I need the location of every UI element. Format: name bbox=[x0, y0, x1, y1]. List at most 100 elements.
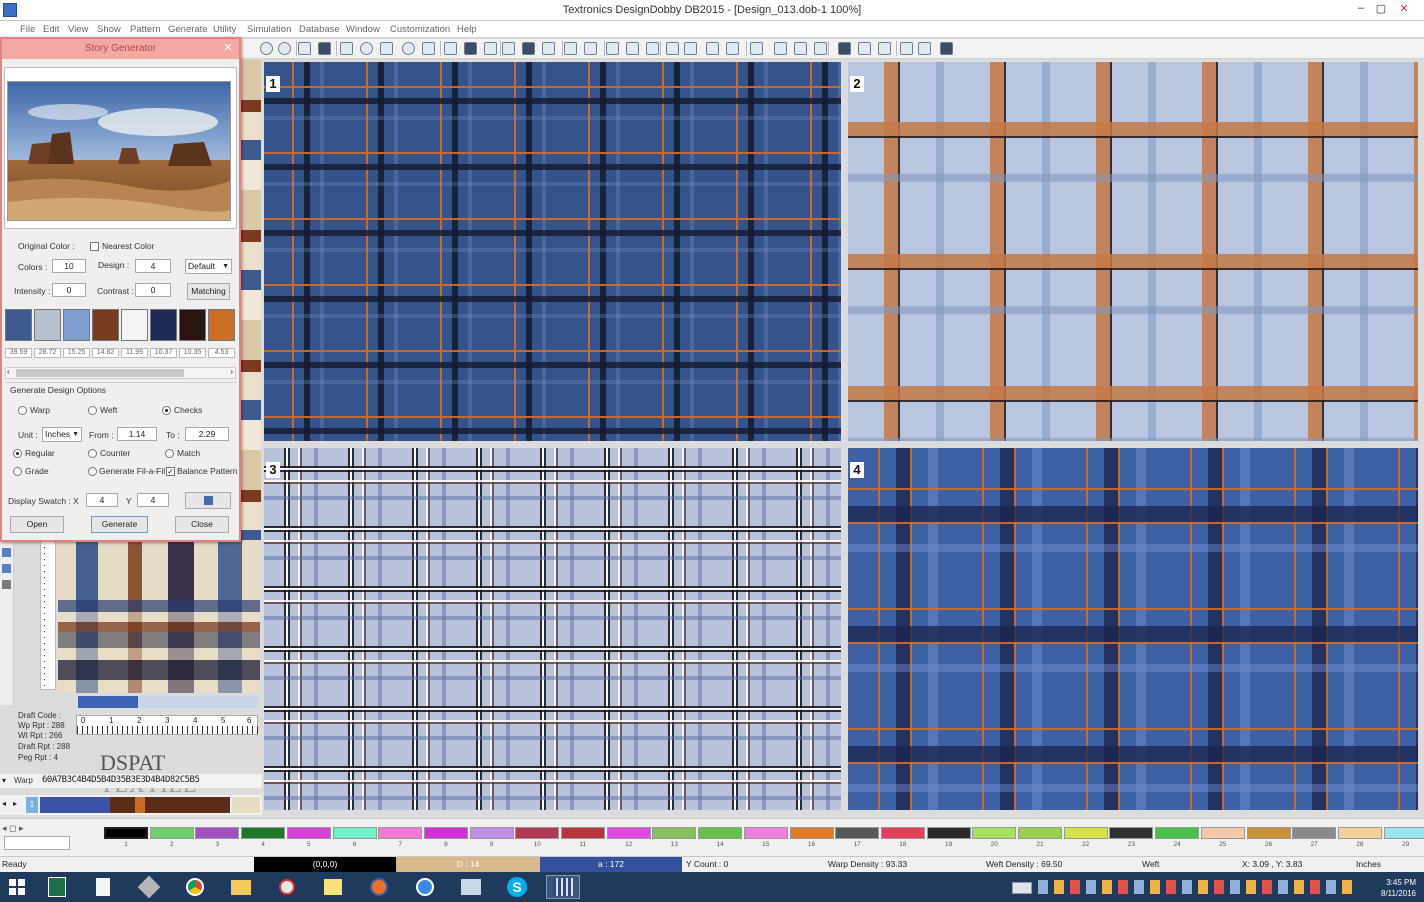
menu-edit[interactable]: Edit bbox=[43, 24, 59, 35]
maximize-button[interactable]: ▢ bbox=[1372, 2, 1390, 15]
palette-color-cell[interactable] bbox=[789, 827, 834, 839]
toolbar-tool-icon[interactable] bbox=[422, 42, 435, 55]
start-button[interactable] bbox=[0, 875, 34, 899]
toolbar-tool-icon[interactable] bbox=[360, 42, 373, 55]
toolbar-tool-icon[interactable] bbox=[298, 42, 311, 55]
warp-radio[interactable] bbox=[18, 406, 27, 415]
grade-radio[interactable] bbox=[13, 467, 22, 476]
firefox-icon[interactable] bbox=[362, 875, 396, 899]
toolbar-tool-icon[interactable] bbox=[838, 42, 851, 55]
palette-color-cell[interactable] bbox=[469, 827, 514, 839]
scroll-right-icon[interactable]: › bbox=[230, 367, 233, 376]
source-image[interactable] bbox=[7, 81, 231, 221]
palette-color-cell[interactable] bbox=[743, 827, 788, 839]
toolbar-tool-icon[interactable] bbox=[774, 42, 787, 55]
network-icon[interactable] bbox=[408, 875, 442, 899]
palette-color-cell[interactable] bbox=[195, 827, 240, 839]
toolbar-tool-icon[interactable] bbox=[278, 42, 291, 55]
palette-color-cell[interactable] bbox=[378, 827, 423, 839]
menu-generate[interactable]: Generate bbox=[168, 24, 208, 35]
palette-color-cell[interactable] bbox=[423, 827, 468, 839]
menu-database[interactable]: Database bbox=[299, 24, 340, 35]
arrow-left-icon[interactable]: ◂ bbox=[2, 799, 6, 808]
toolbar-tool-icon[interactable] bbox=[260, 42, 273, 55]
palette-color-cell[interactable] bbox=[606, 827, 651, 839]
unit-select[interactable]: Inches ▼ bbox=[42, 427, 82, 442]
palette-color-cell[interactable] bbox=[1063, 827, 1108, 839]
paint-icon[interactable] bbox=[270, 875, 304, 899]
toolbar-tool-icon[interactable] bbox=[900, 42, 913, 55]
from-input[interactable]: 1.14 bbox=[117, 427, 157, 441]
toolbar-tool-icon[interactable] bbox=[750, 42, 763, 55]
color-swatch[interactable] bbox=[179, 309, 206, 341]
palette-color-cell[interactable] bbox=[1246, 827, 1291, 839]
contrast-input[interactable]: 0 bbox=[135, 283, 171, 297]
toolbar-tool-icon[interactable] bbox=[522, 42, 535, 55]
balance-pattern-checkbox[interactable]: ✓ bbox=[166, 467, 175, 476]
colors-input[interactable]: 10 bbox=[52, 259, 86, 273]
generate-button[interactable]: Generate bbox=[91, 516, 148, 533]
toolbar-tool-icon[interactable] bbox=[878, 42, 891, 55]
counter-radio[interactable] bbox=[88, 449, 97, 458]
sequence-block[interactable] bbox=[232, 797, 260, 813]
palette-color-cell[interactable] bbox=[515, 827, 560, 839]
design-panel-1[interactable]: 1 bbox=[264, 62, 841, 441]
palette-color-cell[interactable] bbox=[104, 827, 148, 839]
menu-show[interactable]: Show bbox=[97, 24, 121, 35]
intensity-input[interactable]: 0 bbox=[52, 283, 86, 297]
toolbar-tool-icon[interactable] bbox=[814, 42, 827, 55]
menu-view[interactable]: View bbox=[68, 24, 88, 35]
match-radio[interactable] bbox=[165, 449, 174, 458]
to-input[interactable]: 2.29 bbox=[185, 427, 229, 441]
palette-color-cell[interactable] bbox=[286, 827, 331, 839]
color-swatch[interactable] bbox=[150, 309, 177, 341]
sequence-block[interactable] bbox=[110, 797, 135, 813]
toolbar-tool-icon[interactable] bbox=[484, 42, 497, 55]
design-panel-3[interactable]: 3 bbox=[264, 448, 841, 810]
palette-color-cell[interactable] bbox=[1383, 827, 1424, 839]
pencil-icon[interactable] bbox=[2, 548, 11, 557]
color-swatch[interactable] bbox=[121, 309, 148, 341]
sequence-block[interactable] bbox=[40, 797, 110, 813]
menu-utility[interactable]: Utility bbox=[213, 24, 236, 35]
palette-color-cell[interactable] bbox=[241, 827, 286, 839]
palette-color-cell[interactable] bbox=[835, 827, 880, 839]
menu-customization[interactable]: Customization bbox=[390, 24, 450, 35]
scroll-left-icon[interactable]: ‹ bbox=[7, 367, 10, 376]
toolbar-tool-icon[interactable] bbox=[918, 42, 931, 55]
palette-color-cell[interactable] bbox=[926, 827, 971, 839]
swatch-scrollbar[interactable]: ‹ › bbox=[5, 367, 236, 379]
chrome-icon[interactable] bbox=[178, 875, 212, 899]
color-swatch[interactable] bbox=[63, 309, 90, 341]
warp-code[interactable]: 60A7B3C4B4D5B4D35B3E3D4B4D82C5B5 bbox=[42, 775, 200, 785]
toolbar-tool-icon[interactable] bbox=[564, 42, 577, 55]
toolbar-tool-icon[interactable] bbox=[666, 42, 679, 55]
menu-simulation[interactable]: Simulation bbox=[247, 24, 291, 35]
palette-color-cell[interactable] bbox=[698, 827, 743, 839]
palette-selection-box[interactable] bbox=[4, 836, 70, 850]
toolbar-tool-icon[interactable] bbox=[606, 42, 619, 55]
folder-icon[interactable] bbox=[224, 875, 258, 899]
collapse-icon[interactable]: ▾ bbox=[2, 776, 6, 785]
swatch-preview-button[interactable] bbox=[185, 492, 231, 509]
fabric-preview[interactable] bbox=[58, 540, 260, 693]
dialog-title[interactable]: Story Generator bbox=[2, 39, 239, 59]
skype-icon[interactable]: S bbox=[500, 875, 534, 899]
document-icon[interactable] bbox=[86, 875, 120, 899]
menu-window[interactable]: Window bbox=[346, 24, 380, 35]
keyboard-icon[interactable] bbox=[1012, 882, 1032, 894]
toolbar-tool-icon[interactable] bbox=[858, 42, 871, 55]
fil-a-fil-radio[interactable] bbox=[88, 467, 97, 476]
clock[interactable]: 3:45 PM 8/11/2016 bbox=[1381, 877, 1416, 899]
toolbar-tool-icon[interactable] bbox=[318, 42, 331, 55]
explorer-icon[interactable] bbox=[454, 875, 488, 899]
toolbar-tool-icon[interactable] bbox=[706, 42, 719, 55]
regular-radio[interactable] bbox=[13, 449, 22, 458]
palette-color-cell[interactable] bbox=[332, 827, 377, 839]
color-swatch[interactable] bbox=[208, 309, 235, 341]
toolbar-tool-icon[interactable] bbox=[502, 42, 515, 55]
close-button[interactable]: Close bbox=[175, 516, 229, 533]
menu-help[interactable]: Help bbox=[457, 24, 477, 35]
palette-color-cell[interactable] bbox=[1018, 827, 1062, 839]
palette-color-cell[interactable] bbox=[972, 827, 1017, 839]
